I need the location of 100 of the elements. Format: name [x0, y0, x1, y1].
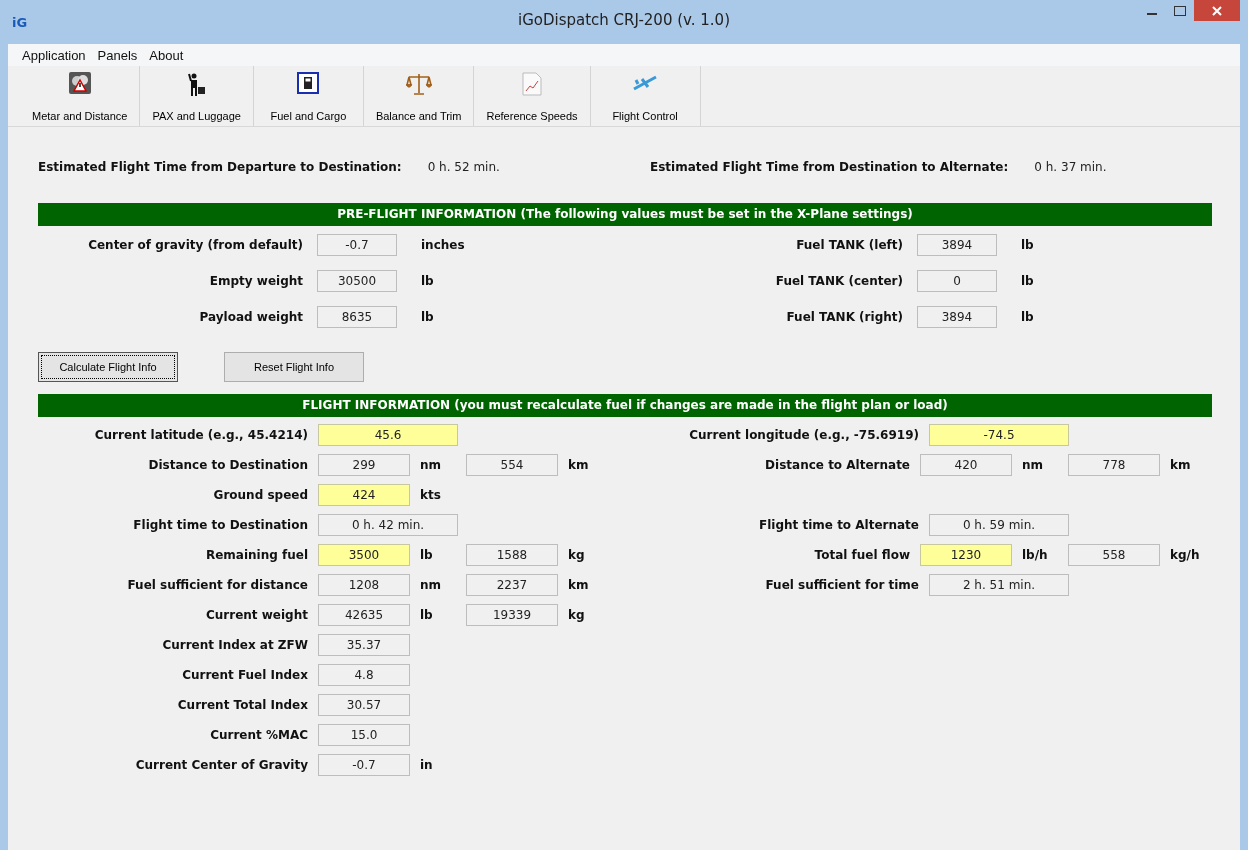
field-label: Fuel TANK (right)	[785, 310, 903, 324]
input-field[interactable]: 554	[466, 453, 558, 476]
input-field[interactable]: 3894	[917, 306, 997, 328]
menu-item[interactable]: About	[149, 46, 184, 64]
field-label: Distance to Destination	[147, 457, 308, 472]
fuel-pump-icon	[297, 72, 320, 94]
unit-label: nm	[419, 577, 443, 592]
passenger-luggage-icon	[187, 72, 206, 96]
field-label: Fuel TANK (left)	[795, 238, 903, 252]
field-label: Current weight	[205, 607, 308, 622]
unit-label: lb	[419, 547, 434, 562]
toolbar-button[interactable]: Flight Control	[590, 66, 701, 126]
field-label: Current latitude (e.g., 45.4214)	[93, 427, 308, 442]
unit-label: nm	[419, 457, 443, 472]
section-header: FLIGHT INFORMATION (you must recalculate fuel if changes are made in the flight plan or load)	[38, 394, 1212, 417]
menu-item[interactable]: Application	[22, 46, 86, 64]
input-field[interactable]: 2 h. 51 min.	[929, 573, 1069, 596]
section-header: PRE-FLIGHT INFORMATION (The following values must be set in the X-Plane settings)	[38, 203, 1212, 226]
unit-label: lb	[420, 274, 435, 288]
menu-item[interactable]: Panels	[97, 46, 138, 64]
toolbar-button[interactable]: Metar and Distance	[20, 66, 141, 126]
toolbar-button[interactable]: Fuel and Cargo	[253, 66, 364, 126]
input-field[interactable]: 2237	[466, 573, 558, 596]
input-field[interactable]: -0.7	[317, 234, 397, 256]
toolbar-button[interactable]: Reference Speeds	[474, 66, 591, 126]
unit-label: kg	[567, 607, 586, 622]
field-label: Empty weight	[208, 274, 303, 288]
toolbar-button[interactable]: Balance and Trim	[363, 66, 475, 126]
action-button[interactable]: Calculate Flight Info	[38, 352, 178, 382]
storm-warning-icon	[68, 72, 91, 94]
action-button[interactable]: Reset Flight Info	[224, 352, 364, 382]
input-field[interactable]: 3894	[917, 234, 997, 256]
estimate-value: 0 h. 37 min.	[1034, 160, 1107, 174]
unit-label: km	[567, 577, 590, 592]
toolbar-button[interactable]: PAX and Luggage	[140, 66, 254, 126]
scales-icon	[405, 72, 432, 96]
input-field[interactable]: 4.8	[318, 663, 410, 686]
field-label: Center of gravity (from default)	[87, 238, 303, 252]
input-field[interactable]: -0.7	[318, 753, 410, 776]
unit-label: in	[419, 757, 434, 772]
estimate-label: Estimated Flight Time from Destination to Alternate:	[650, 160, 1009, 174]
unit-label: kts	[419, 487, 442, 502]
document-chart-icon	[522, 72, 543, 96]
unit-label: lb	[419, 607, 434, 622]
field-label: Current %MAC	[209, 727, 308, 742]
input-field[interactable]: 0	[917, 270, 997, 292]
minimize-icon	[1147, 13, 1157, 15]
input-field[interactable]: -74.5	[929, 423, 1069, 446]
field-label: Payload weight	[198, 310, 303, 324]
unit-label: km	[567, 457, 590, 472]
field-label: Ground speed	[212, 487, 308, 502]
input-field[interactable]: 1208	[318, 573, 410, 596]
input-field[interactable]: 3500	[318, 543, 410, 566]
unit-label: km	[1169, 457, 1192, 472]
input-field[interactable]: 1588	[466, 543, 558, 566]
input-field[interactable]: 299	[318, 453, 410, 476]
field-label: Current longitude (e.g., -75.6919)	[688, 427, 919, 442]
app-logo: iG	[12, 14, 28, 30]
input-field[interactable]: 42635	[318, 603, 410, 626]
field-label: Flight time to Destination	[132, 517, 308, 532]
input-field[interactable]: 15.0	[318, 723, 410, 746]
field-label: Current Total Index	[176, 697, 308, 712]
estimate-label: Estimated Flight Time from Departure to Destination:	[38, 160, 402, 174]
field-label: Fuel TANK (center)	[774, 274, 903, 288]
input-field[interactable]: 1230	[920, 543, 1012, 566]
input-field[interactable]: 0 h. 42 min.	[318, 513, 458, 536]
input-field[interactable]: 19339	[466, 603, 558, 626]
input-field[interactable]: 424	[318, 483, 410, 506]
field-label: Total fuel flow	[813, 547, 910, 562]
field-label: Distance to Alternate	[764, 457, 910, 472]
unit-label: nm	[1021, 457, 1045, 472]
input-field[interactable]: 30500	[317, 270, 397, 292]
input-field[interactable]: 8635	[317, 306, 397, 328]
unit-label: lb/h	[1021, 547, 1049, 562]
unit-label: kg/h	[1169, 547, 1201, 562]
close-button[interactable]	[1194, 0, 1240, 21]
unit-label: lb	[1020, 274, 1035, 288]
unit-label: lb	[420, 310, 435, 324]
unit-label: lb	[1020, 310, 1035, 324]
input-field[interactable]: 558	[1068, 543, 1160, 566]
maximize-icon	[1174, 5, 1186, 16]
field-label: Flight time to Alternate	[758, 517, 919, 532]
close-icon	[1212, 5, 1222, 16]
field-label: Fuel sufficient for time	[764, 577, 919, 592]
input-field[interactable]: 35.37	[318, 633, 410, 656]
input-field[interactable]: 0 h. 59 min.	[929, 513, 1069, 536]
field-label: Current Fuel Index	[181, 667, 308, 682]
field-label: Remaining fuel	[204, 547, 308, 562]
input-field[interactable]: 30.57	[318, 693, 410, 716]
field-label: Current Center of Gravity	[134, 757, 308, 772]
unit-label: inches	[420, 238, 466, 252]
window-title: iGoDispatch CRJ-200 (v. 1.0)	[518, 11, 730, 29]
field-label: Current Index at ZFW	[161, 637, 308, 652]
field-label: Fuel sufficient for distance	[126, 577, 308, 592]
estimate-value: 0 h. 52 min.	[427, 160, 500, 174]
unit-label: lb	[1020, 238, 1035, 252]
input-field[interactable]: 420	[920, 453, 1012, 476]
input-field[interactable]: 45.6	[318, 423, 458, 446]
unit-label: kg	[567, 547, 586, 562]
input-field[interactable]: 778	[1068, 453, 1160, 476]
